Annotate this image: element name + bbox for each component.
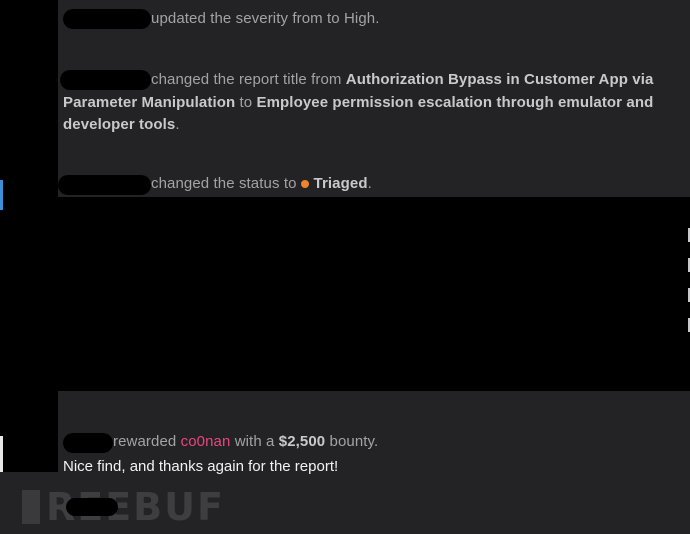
activity-severity-update: updated the severity from to High. xyxy=(151,8,380,31)
redacted-username xyxy=(63,433,113,453)
redacted-username xyxy=(66,498,118,516)
activity-title-change: changed the report title from Authorizat… xyxy=(63,69,678,137)
activity-text: with a xyxy=(230,433,279,450)
activity-text: changed the status to xyxy=(151,175,297,192)
watermark-logo-icon xyxy=(22,490,40,524)
status-dot-icon xyxy=(300,179,309,188)
activity-text: updated the severity from to High. xyxy=(151,10,380,27)
freebuf-watermark: REEBUF xyxy=(22,486,225,528)
avatar-gutter xyxy=(0,0,58,472)
activity-text: to xyxy=(235,93,257,111)
redacted-username xyxy=(63,9,151,29)
comment-text: Nice find, and thanks again for the repo… xyxy=(63,458,339,475)
status-badge: Triaged xyxy=(313,175,368,192)
activity-text: rewarded xyxy=(113,433,181,450)
timeline-marker xyxy=(0,436,3,472)
activity-text: . xyxy=(175,116,180,133)
report-activity-page: { "activities": [ { "action": "updated t… xyxy=(0,0,690,534)
activity-text: . xyxy=(367,175,372,192)
bounty-amount: $2,500 xyxy=(278,433,326,450)
activity-text: bounty. xyxy=(325,433,379,450)
activity-text: changed the report title from xyxy=(151,71,346,88)
redacted-username xyxy=(58,175,151,195)
recipient-username-link[interactable]: co0nan xyxy=(181,433,231,450)
timeline-marker xyxy=(0,180,3,210)
activity-bounty-award: rewarded co0nan with a $2,500 bounty. xyxy=(113,431,378,454)
redacted-region xyxy=(58,197,690,391)
activity-status-change: changed the status to Triaged. xyxy=(151,173,372,196)
